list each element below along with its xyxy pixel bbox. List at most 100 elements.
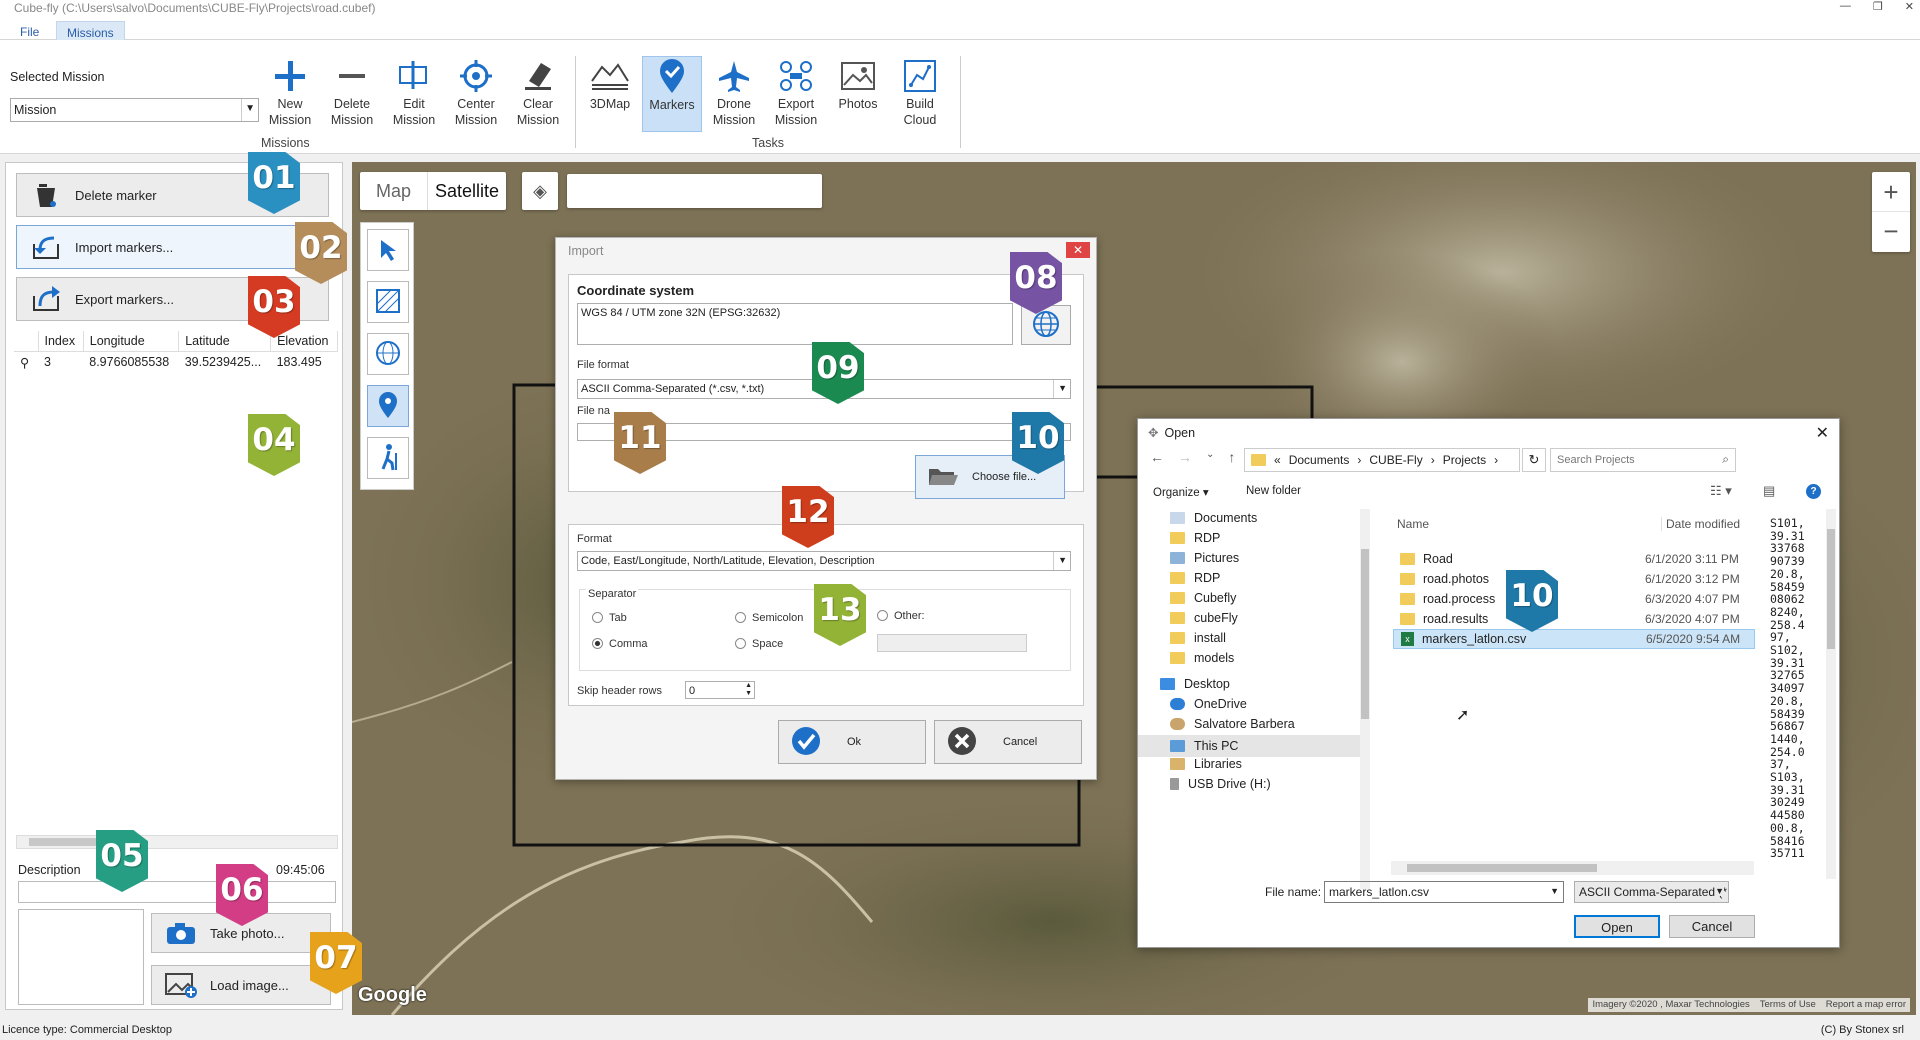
search-input[interactable]: Search Projects ⌕ (1550, 448, 1736, 472)
coord-system-field[interactable]: WGS 84 / UTM zone 32N (EPSG:32632) (577, 303, 1013, 345)
layers-button[interactable]: ◈ (522, 172, 558, 210)
mission-select[interactable]: Mission ▼ (10, 98, 259, 122)
table-row[interactable]: ⚲ 3 8.9766085538 39.5239425... 183.495 (14, 351, 338, 373)
scroll-thumb[interactable] (1407, 864, 1597, 872)
breadcrumb-projects[interactable]: Projects (1443, 453, 1486, 467)
3dmap-button[interactable]: 3DMap (580, 56, 640, 132)
horizontal-scrollbar[interactable] (16, 835, 338, 849)
markers-button[interactable]: Markers (642, 56, 702, 132)
help-icon[interactable]: ? (1806, 484, 1821, 499)
up-arrow-icon[interactable]: ↑ (1228, 449, 1235, 465)
nav-item[interactable]: This PC (1138, 735, 1363, 757)
nav-item[interactable]: cubeFly (1170, 611, 1238, 625)
other-separator-input[interactable] (877, 634, 1027, 652)
list-item[interactable]: road.results 6/3/2020 4:07 PM (1400, 609, 1770, 629)
drone-mission-button[interactable]: Drone Mission (704, 56, 764, 132)
report-error-link[interactable]: Report a map error (1826, 999, 1906, 1011)
cancel-button[interactable]: Cancel (934, 720, 1082, 764)
file-name-input[interactable]: markers_latlon.csv ▼ (1324, 881, 1564, 903)
scroll-thumb[interactable] (1827, 529, 1835, 649)
photos-button[interactable]: Photos (828, 56, 888, 132)
clear-mission-button[interactable]: Clear Mission (508, 56, 568, 132)
build-cloud-button[interactable]: Build Cloud (890, 56, 950, 132)
area-tool[interactable] (367, 281, 409, 323)
select-crs-button[interactable] (1021, 305, 1071, 345)
nav-scrollbar[interactable] (1360, 509, 1370, 889)
format-select[interactable]: Code, East/Longitude, North/Latitude, El… (577, 551, 1071, 571)
file-type-select[interactable]: ASCII Comma-Separated (*.csv,▼ (1574, 881, 1729, 903)
nav-item[interactable]: Documents (1170, 511, 1257, 525)
map-search-input[interactable] (567, 174, 822, 208)
marker-tool[interactable] (367, 385, 409, 427)
list-item[interactable]: road.photos 6/1/2020 3:12 PM (1400, 569, 1770, 589)
export-mission-button[interactable]: Export Mission (766, 56, 826, 132)
list-item-selected[interactable]: x markers_latlon.csv 6/5/2020 9:54 AM (1393, 629, 1755, 649)
radio-tab[interactable]: Tab (592, 612, 627, 624)
walk-tool[interactable] (367, 437, 409, 479)
globe-tool[interactable] (367, 333, 409, 375)
radio-comma[interactable]: Comma (592, 638, 648, 650)
new-folder-button[interactable]: New folder (1246, 485, 1301, 497)
cancel-open-button[interactable]: Cancel (1669, 915, 1755, 938)
list-item[interactable]: Road 6/1/2020 3:11 PM (1400, 549, 1770, 569)
minimize-button[interactable]: — (1840, 0, 1851, 18)
tab-satellite[interactable]: Satellite (428, 172, 506, 210)
menu-missions[interactable]: Missions (56, 21, 125, 40)
refresh-button[interactable]: ↻ (1522, 448, 1546, 472)
col-longitude[interactable]: Longitude (83, 331, 180, 352)
list-item[interactable]: road.process 6/3/2020 4:07 PM (1400, 589, 1770, 609)
breadcrumb-documents[interactable]: Documents (1289, 453, 1350, 467)
close-dialog-button[interactable]: ✕ (1066, 242, 1090, 258)
scroll-thumb[interactable] (1361, 549, 1369, 719)
organize-menu[interactable]: Organize ▾ (1153, 485, 1209, 499)
skip-header-spinner[interactable]: 0 ▲ ▼ (685, 681, 755, 699)
nav-item[interactable]: RDP (1170, 531, 1220, 545)
col-index[interactable]: Index (38, 331, 84, 352)
nav-item[interactable]: USB Drive (H:) (1170, 777, 1271, 791)
zoom-out-button[interactable]: − (1872, 212, 1910, 252)
nav-item[interactable]: Cubefly (1170, 591, 1236, 605)
preview-scrollbar[interactable] (1826, 509, 1836, 879)
menu-file[interactable]: File (10, 21, 49, 40)
recent-chevron-icon[interactable]: ⌄ (1206, 449, 1214, 465)
new-mission-button[interactable]: New Mission (260, 56, 320, 132)
nav-item[interactable]: RDP (1170, 571, 1220, 585)
col-latitude[interactable]: Latitude (178, 331, 272, 352)
forward-arrow-icon[interactable]: → (1178, 449, 1192, 465)
radio-other[interactable]: Other: (877, 610, 925, 622)
load-image-button[interactable]: Load image... (151, 965, 331, 1005)
nav-item[interactable]: Libraries (1170, 757, 1242, 771)
tab-map[interactable]: Map (360, 172, 428, 210)
select-tool[interactable] (367, 229, 409, 271)
nav-item[interactable]: models (1170, 651, 1234, 665)
nav-item[interactable]: Desktop (1160, 677, 1230, 691)
preview-pane-icon[interactable]: ▤ (1763, 483, 1775, 499)
close-open-dialog-button[interactable]: ✕ (1816, 423, 1829, 443)
col-date-modified[interactable]: Date modified (1661, 517, 1740, 531)
nav-item[interactable]: OneDrive (1170, 697, 1247, 711)
open-button[interactable]: Open (1574, 915, 1660, 938)
address-bar[interactable]: « Documents › CUBE-Fly › Projects › (1244, 448, 1520, 472)
center-mission-button[interactable]: Center Mission (446, 56, 506, 132)
description-input[interactable] (18, 881, 336, 903)
breadcrumb-cube-fly[interactable]: CUBE-Fly (1369, 453, 1422, 467)
radio-space[interactable]: Space (735, 638, 783, 650)
import-markers-button[interactable]: Import markers... (16, 225, 329, 269)
ok-button[interactable]: Ok (778, 720, 926, 764)
col-name[interactable]: Name (1397, 517, 1429, 531)
view-options-icon[interactable]: ☷ ▾ (1710, 483, 1732, 499)
nav-item[interactable]: install (1170, 631, 1226, 645)
file-list-h-scrollbar[interactable] (1391, 861, 1754, 875)
delete-mission-button[interactable]: Delete Mission (322, 56, 382, 132)
back-arrow-icon[interactable]: ← (1150, 449, 1164, 465)
spinner-arrows-icon[interactable]: ▲ ▼ (745, 682, 752, 698)
zoom-in-button[interactable]: + (1872, 172, 1910, 212)
nav-item[interactable]: Salvatore Barbera (1170, 717, 1295, 731)
edit-mission-button[interactable]: Edit Mission (384, 56, 444, 132)
breadcrumb-overflow[interactable]: « (1274, 453, 1281, 467)
terms-link[interactable]: Terms of Use (1760, 999, 1816, 1011)
close-window-button[interactable]: ✕ (1905, 0, 1914, 18)
radio-semicolon[interactable]: Semicolon (735, 612, 803, 624)
nav-item[interactable]: Pictures (1170, 551, 1239, 565)
restore-button[interactable]: ❐ (1873, 0, 1883, 18)
